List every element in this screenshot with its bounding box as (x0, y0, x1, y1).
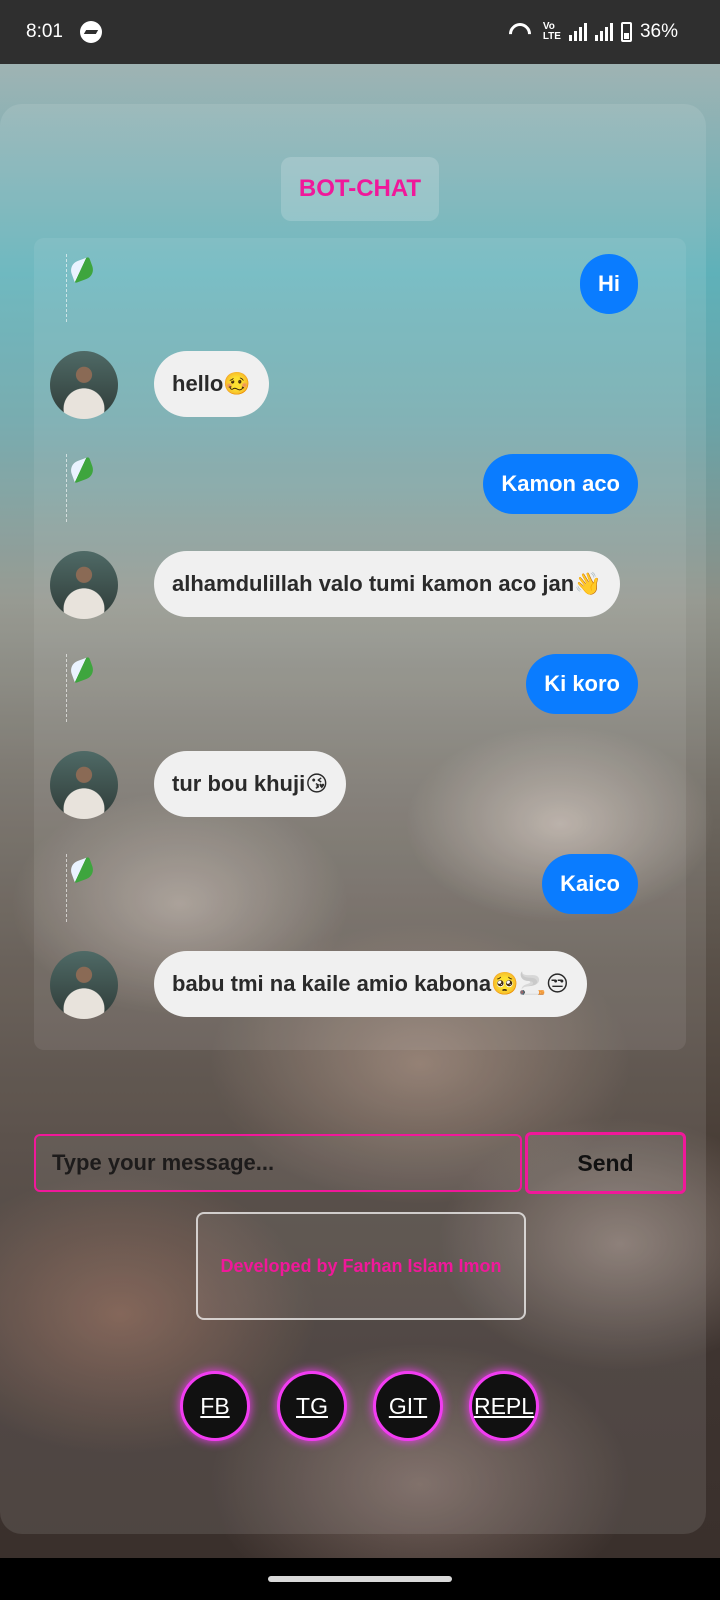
bot-message: hello🥴 (154, 351, 269, 417)
page-title: BOT-CHAT (298, 175, 422, 202)
message-row: Ki koro (34, 654, 686, 724)
developer-credit-text: Developed by Farhan Islam Imon (220, 1255, 502, 1276)
bot-message: babu tmi na kaile amio kabona🥺🚬😒 (154, 951, 587, 1017)
bot-message: tur bou khuji😘 (154, 751, 347, 817)
title-box: BOT-CHAT (281, 157, 439, 221)
battery-icon (620, 22, 632, 42)
repl-link[interactable]: REPL (469, 1371, 539, 1441)
bot-avatar (50, 951, 118, 1019)
message-row: Kamon aco (34, 454, 686, 524)
message-row: Kaico (34, 854, 686, 924)
volte-icon: Vo LTE (542, 21, 561, 42)
status-bar: 8:01 Vo LTE 36% (0, 0, 720, 64)
status-time: 8:01 (26, 21, 63, 42)
broken-image-icon (66, 254, 135, 322)
bot-avatar (50, 751, 118, 819)
bot-message: alhamdulillah valo tumi kamon aco jan👋 (154, 551, 620, 617)
wifi-icon (507, 21, 535, 43)
user-message: Kamon aco (483, 454, 638, 514)
message-row: tur bou khuji😘 (34, 751, 686, 821)
user-message: Ki koro (526, 654, 638, 714)
bot-avatar (50, 551, 118, 619)
broken-image-icon (66, 654, 135, 722)
message-row: alhamdulillah valo tumi kamon aco jan👋 (34, 551, 686, 621)
home-gesture-bar[interactable] (268, 1576, 452, 1582)
status-icons: Vo LTE 36% (507, 21, 678, 43)
user-message: Hi (580, 254, 638, 314)
broken-image-icon (66, 454, 135, 522)
broken-image-icon (66, 854, 135, 922)
send-button[interactable]: Send (525, 1132, 686, 1194)
battery-percent: 36% (639, 21, 678, 42)
user-message: Kaico (542, 854, 638, 914)
fb-link[interactable]: FB (180, 1371, 250, 1441)
tg-link[interactable]: TG (277, 1371, 347, 1441)
git-link[interactable]: GIT (373, 1371, 443, 1441)
signal-icon (568, 23, 587, 41)
developer-credit: Developed by Farhan Islam Imon (196, 1212, 526, 1320)
navigation-bar (0, 1558, 720, 1600)
messenger-icon (80, 21, 102, 43)
message-row: Hi (34, 254, 686, 324)
message-input[interactable] (34, 1134, 522, 1192)
signal-icon-2 (594, 23, 613, 41)
message-row: babu tmi na kaile amio kabona🥺🚬😒 (34, 951, 686, 1021)
message-row: hello🥴 (34, 351, 686, 421)
bot-avatar (50, 351, 118, 419)
